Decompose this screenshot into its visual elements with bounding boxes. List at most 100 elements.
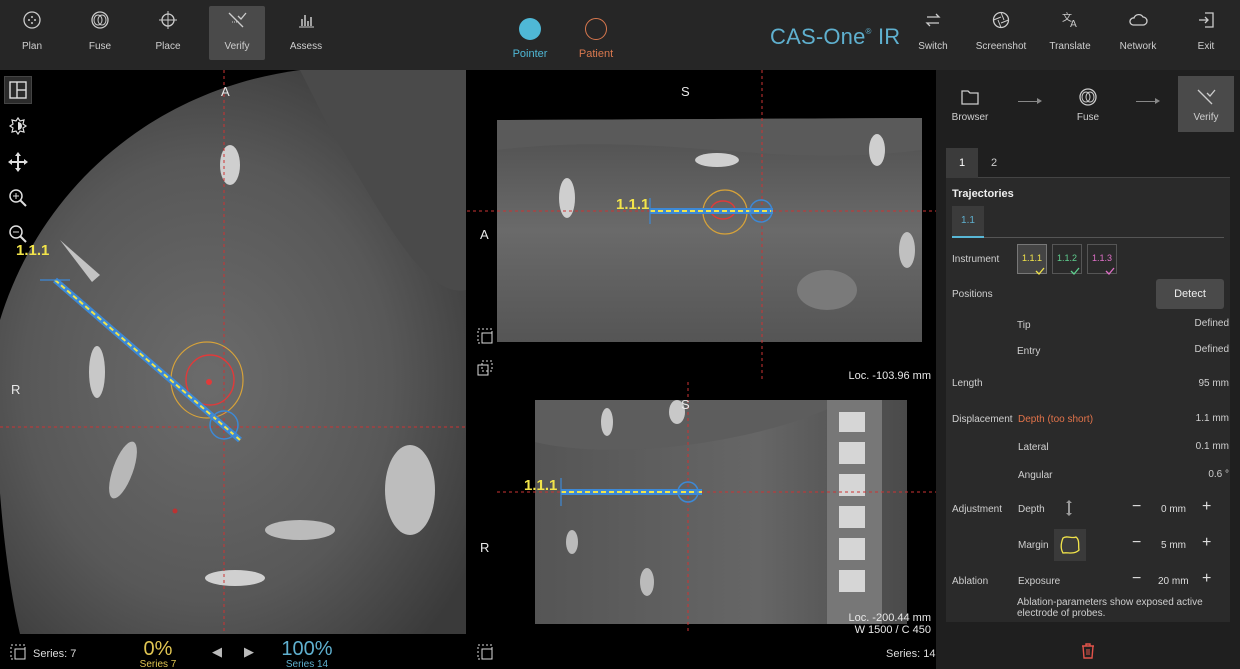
fusion-left-value: 0% bbox=[143, 638, 173, 660]
fusion-decrease-button[interactable]: ◀ bbox=[204, 644, 230, 664]
entry-value: Defined bbox=[1194, 344, 1229, 355]
tip-label: Tip bbox=[1017, 320, 1031, 331]
layout-icon bbox=[9, 81, 27, 99]
location-readout: Loc. -200.44 mm bbox=[848, 612, 931, 624]
series-select-tool-right[interactable] bbox=[471, 638, 499, 666]
check-icon bbox=[1035, 262, 1045, 280]
translate-label: Translate bbox=[1049, 41, 1091, 52]
place-button[interactable]: Place bbox=[140, 6, 196, 60]
exposure-label: Exposure bbox=[1018, 576, 1061, 587]
trash-icon bbox=[1082, 643, 1094, 659]
lateral-value: 0.1 mm bbox=[1195, 441, 1229, 452]
zoom-in-tool[interactable] bbox=[4, 184, 32, 212]
cloud-icon bbox=[1110, 6, 1166, 34]
series-right-label: Series: 14 bbox=[886, 648, 936, 660]
brightness-tool[interactable] bbox=[4, 112, 32, 140]
displacement-label: Displacement bbox=[952, 414, 1013, 425]
axial-ct-image bbox=[0, 70, 466, 634]
exposure-minus-button[interactable]: − bbox=[1132, 570, 1141, 588]
margin-plus-button[interactable]: + bbox=[1202, 534, 1211, 552]
fusion-right-series: Series 14 bbox=[285, 659, 329, 669]
exit-icon bbox=[1178, 6, 1234, 34]
verify-label: Verify bbox=[224, 41, 250, 52]
sagittal-ct-image bbox=[497, 382, 936, 634]
zoom-in-icon bbox=[9, 189, 27, 207]
subtab-1-1[interactable]: 1.1 bbox=[952, 206, 984, 238]
right-panel: Browser Fuse Verify 1 2 Trajectories 1.1… bbox=[936, 70, 1240, 669]
workflow-arrow-icon bbox=[1136, 98, 1160, 104]
pointer-toggle[interactable]: Pointer bbox=[500, 18, 560, 60]
zoom-out-icon bbox=[9, 225, 27, 243]
patient-toggle[interactable]: Patient bbox=[566, 18, 626, 60]
brand-suffix: IR bbox=[871, 24, 901, 49]
verify-button[interactable]: Verify bbox=[209, 6, 265, 60]
location-readout: Loc. -103.96 mm bbox=[848, 370, 931, 382]
length-label: Length bbox=[952, 378, 983, 389]
layout-tool[interactable] bbox=[4, 76, 32, 104]
pan-tool[interactable] bbox=[4, 148, 32, 176]
adjust-depth-label: Depth bbox=[1018, 504, 1045, 515]
workflow-fuse[interactable]: Fuse bbox=[1060, 76, 1116, 132]
sagittal-view[interactable]: S R 1.1.1 Loc. -200.44 mm W 1500 / C 450 bbox=[467, 382, 936, 634]
slice-select-tool[interactable] bbox=[471, 322, 499, 350]
slice-copy-tool[interactable] bbox=[471, 354, 499, 382]
translate-button[interactable]: 文A Translate bbox=[1042, 6, 1098, 60]
fusion-increase-button[interactable]: ▶ bbox=[236, 644, 262, 664]
assess-label: Assess bbox=[289, 41, 323, 52]
orientation-superior: S bbox=[681, 397, 690, 412]
dashed-square-icon bbox=[477, 328, 493, 344]
verify-icon bbox=[1178, 82, 1234, 112]
switch-button[interactable]: Switch bbox=[905, 6, 961, 60]
brand-logo: CAS-One® IR bbox=[770, 24, 900, 50]
series-select-tool[interactable] bbox=[4, 638, 32, 666]
check-icon bbox=[1105, 262, 1115, 280]
margin-label: Margin bbox=[1018, 540, 1049, 551]
coronal-ct-image bbox=[467, 70, 936, 382]
assess-button[interactable]: Assess bbox=[278, 6, 334, 60]
detect-button[interactable]: Detect bbox=[1156, 279, 1224, 309]
axial-view[interactable]: A R 1.1.1 bbox=[0, 70, 466, 634]
fusion-right-value: 100% bbox=[281, 638, 333, 660]
fuse-icon bbox=[1060, 82, 1116, 112]
copy-square-icon bbox=[477, 360, 493, 376]
depth-warning: Depth (too short) bbox=[1018, 414, 1094, 425]
depth-adjust-value: 0 mm bbox=[1161, 504, 1186, 515]
blob-shape-icon bbox=[1060, 536, 1080, 554]
angular-label: Angular bbox=[1018, 470, 1053, 481]
workflow-verify[interactable]: Verify bbox=[1178, 76, 1234, 132]
screenshot-label: Screenshot bbox=[975, 41, 1027, 52]
margin-minus-button[interactable]: − bbox=[1132, 534, 1141, 552]
delete-button[interactable] bbox=[1080, 642, 1096, 665]
zoom-out-tool[interactable] bbox=[4, 220, 32, 248]
angular-value: 0.6 ° bbox=[1208, 469, 1229, 480]
plan-icon bbox=[4, 6, 60, 34]
workflow-browser-label: Browser bbox=[951, 112, 989, 123]
section-title: Trajectories bbox=[952, 188, 1014, 200]
orientation-superior: S bbox=[681, 84, 690, 99]
plan-button[interactable]: Plan bbox=[4, 6, 60, 60]
lateral-label: Lateral bbox=[1018, 442, 1049, 453]
workflow-browser[interactable]: Browser bbox=[942, 76, 998, 132]
tab-2[interactable]: 2 bbox=[978, 148, 1010, 178]
depth-plus-button[interactable]: + bbox=[1202, 498, 1211, 516]
orientation-anterior: A bbox=[221, 84, 230, 99]
patient-label: Patient bbox=[578, 48, 614, 60]
crosshair-icon bbox=[140, 6, 196, 34]
coronal-view[interactable]: S A 1.1.1 Loc. -103.96 mm bbox=[467, 70, 936, 382]
margin-value: 5 mm bbox=[1161, 540, 1186, 551]
instrument-label: Instrument bbox=[952, 254, 1000, 265]
fuse-icon bbox=[72, 6, 128, 34]
margin-shape-button[interactable] bbox=[1054, 529, 1086, 561]
folder-icon bbox=[942, 82, 998, 112]
fuse-button[interactable]: Fuse bbox=[72, 6, 128, 60]
switch-label: Switch bbox=[918, 41, 948, 52]
depth-minus-button[interactable]: − bbox=[1132, 498, 1141, 516]
network-button[interactable]: Network bbox=[1110, 6, 1166, 60]
patient-ring-icon bbox=[585, 18, 607, 40]
tab-1[interactable]: 1 bbox=[946, 148, 978, 178]
exit-button[interactable]: Exit bbox=[1178, 6, 1234, 60]
fuse-label: Fuse bbox=[88, 41, 112, 52]
pointer-label: Pointer bbox=[512, 48, 548, 60]
exposure-plus-button[interactable]: + bbox=[1202, 570, 1211, 588]
screenshot-button[interactable]: Screenshot bbox=[972, 6, 1030, 60]
